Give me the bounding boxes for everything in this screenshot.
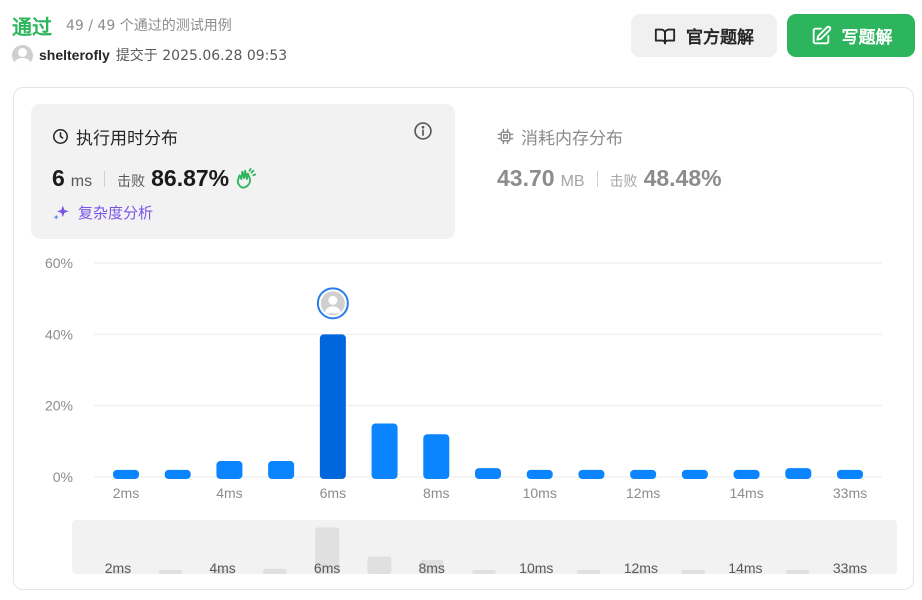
- chart-bar[interactable]: [630, 469, 657, 479]
- y-tick-label: 40%: [45, 326, 73, 342]
- x-tick-label: 4ms: [216, 485, 242, 501]
- chart-bar[interactable]: [164, 469, 191, 479]
- y-tick-label: 20%: [45, 398, 73, 414]
- chart-bar[interactable]: [526, 469, 553, 479]
- memory-beat-label: 击败: [609, 174, 638, 190]
- chart-bar[interactable]: [423, 434, 450, 479]
- complexity-analysis-link[interactable]: 复杂度分析: [52, 202, 153, 223]
- navigator-track[interactable]: [72, 520, 897, 574]
- divider: [104, 170, 106, 187]
- navigator-tick-label: 12ms: [624, 560, 658, 576]
- navigator-tick-label: 33ms: [833, 560, 867, 576]
- x-tick-label: 14ms: [729, 485, 763, 501]
- navigator-tick-label: 6ms: [314, 560, 340, 576]
- chart-bar[interactable]: [733, 469, 760, 479]
- official-solution-button[interactable]: 官方题解: [631, 14, 777, 57]
- your-submission-marker[interactable]: [316, 287, 349, 320]
- memory-beat-percent: 48.48%: [643, 165, 722, 191]
- clock-icon: [52, 128, 69, 145]
- submission-status: 通过: [12, 15, 52, 39]
- author-row: shelterofly 提交于 2025.06.28 09:53: [12, 44, 287, 66]
- x-tick-label: 10ms: [523, 485, 557, 501]
- y-tick-label: 60%: [45, 255, 73, 271]
- chart-navigator[interactable]: 2ms 4ms 6ms 8ms 10ms 12ms 14ms 33ms: [72, 520, 897, 576]
- sparkle-icon: [53, 205, 69, 220]
- x-tick-label: 12ms: [626, 485, 660, 501]
- navigator-tick-label: 2ms: [105, 560, 131, 576]
- clap-icon: [236, 167, 257, 189]
- x-tick-label: 6ms: [320, 485, 346, 501]
- x-tick-label: 2ms: [113, 485, 139, 501]
- chart-bar[interactable]: [216, 460, 243, 479]
- runtime-value: 6: [52, 165, 65, 191]
- navigator-bar: [158, 570, 183, 574]
- book-icon: [654, 28, 676, 44]
- navigator-tick-label: 8ms: [418, 560, 444, 576]
- navigator-tick-label: 14ms: [728, 560, 762, 576]
- memory-unit: MB: [560, 173, 585, 190]
- official-solution-label: 官方题解: [686, 28, 754, 48]
- memory-title: 消耗内存分布: [497, 124, 623, 149]
- submission-header: 通过 49 / 49 个通过的测试用例 shelterofly 提交于 2025…: [0, 0, 922, 80]
- avatar[interactable]: [12, 44, 33, 66]
- x-tick-label: 33ms: [833, 485, 867, 501]
- chart-bar[interactable]: [319, 334, 346, 479]
- write-solution-label: 写题解: [841, 28, 893, 48]
- chart-bar[interactable]: [578, 469, 605, 479]
- navigator-bar: [262, 568, 287, 574]
- memory-value: 43.70: [497, 165, 555, 191]
- info-icon[interactable]: [413, 121, 433, 141]
- avatar-marker-head: [328, 295, 338, 305]
- edit-icon: [812, 25, 831, 44]
- test-case-count: 49 / 49 个通过的测试用例: [66, 18, 232, 34]
- navigator-bar: [681, 570, 706, 574]
- runtime-title-text: 执行用时分布: [76, 129, 178, 149]
- navigator-bar: [472, 570, 496, 574]
- memory-panel[interactable]: 消耗内存分布 43.70 MB 击败 48.48%: [476, 104, 896, 239]
- divider: [596, 170, 598, 187]
- complexity-analysis-label: 复杂度分析: [78, 204, 154, 222]
- author-name[interactable]: shelterofly: [39, 47, 110, 63]
- chart-bar[interactable]: [475, 468, 501, 479]
- runtime-title: 执行用时分布: [52, 124, 178, 149]
- runtime-metric: 6 ms 击败 86.87%: [52, 165, 257, 192]
- chart-bar[interactable]: [268, 460, 295, 479]
- runtime-beat-label: 击败: [117, 174, 146, 190]
- memory-metric: 43.70 MB 击败 48.48%: [497, 165, 722, 192]
- navigator-bar: [785, 570, 810, 574]
- navigator-tick-label: 4ms: [209, 560, 235, 576]
- chart-bar[interactable]: [113, 469, 139, 479]
- submitted-time: 提交于 2025.06.28 09:53: [115, 48, 288, 64]
- write-solution-button[interactable]: 写题解: [787, 14, 915, 57]
- memory-title-text: 消耗内存分布: [521, 129, 623, 149]
- chart-bar[interactable]: [785, 468, 812, 479]
- y-tick-label: 0%: [53, 469, 73, 485]
- navigator-bar: [576, 570, 601, 574]
- runtime-panel[interactable]: 执行用时分布 6 ms 击败 86.87% 复杂度分析: [31, 104, 455, 239]
- chart-bar[interactable]: [681, 469, 708, 479]
- navigator-bar: [367, 556, 392, 574]
- chart-bar[interactable]: [837, 469, 863, 479]
- x-tick-label: 8ms: [423, 485, 449, 501]
- result-card: 执行用时分布 6 ms 击败 86.87% 复杂度分析 消耗内存分布 43.70…: [13, 87, 914, 590]
- chip-icon: [497, 128, 514, 145]
- runtime-unit: ms: [70, 173, 93, 190]
- chart-bar[interactable]: [371, 423, 398, 480]
- navigator-tick-label: 10ms: [519, 560, 553, 576]
- runtime-beat-percent: 86.87%: [151, 165, 230, 191]
